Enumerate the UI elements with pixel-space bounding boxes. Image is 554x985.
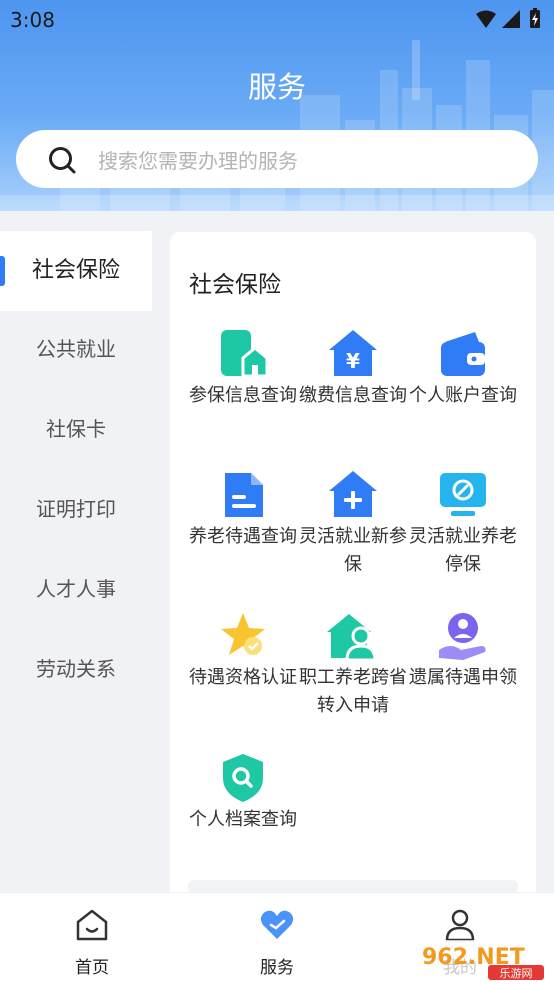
service-heart-icon bbox=[260, 910, 294, 939]
service-item-survivor-benefit-claim[interactable]: 遗属待遇申领 bbox=[408, 610, 518, 735]
sidebar-item-social-security-card[interactable]: 社保卡 bbox=[0, 389, 152, 469]
service-label: 灵活就业新参保 bbox=[299, 526, 407, 575]
service-item-pension-benefit-query[interactable]: 养老待遇查询 bbox=[188, 469, 298, 594]
service-item-insured-info-query[interactable]: 参保信息查询 bbox=[188, 328, 298, 453]
house-person-icon bbox=[327, 614, 377, 662]
status-icons bbox=[476, 8, 540, 28]
sidebar-item-label: 劳动关系 bbox=[36, 657, 116, 681]
service-label: 个人账户查询 bbox=[409, 385, 517, 406]
service-item-flexible-employment-enroll[interactable]: 灵活就业新参保 bbox=[298, 469, 408, 594]
service-label: 参保信息查询 bbox=[189, 385, 297, 406]
home-icon bbox=[76, 909, 108, 941]
category-sidebar: 社会保险 公共就业 社保卡 证明打印 人才人事 劳动关系 bbox=[0, 211, 152, 891]
phone-house-icon bbox=[221, 330, 269, 378]
tab-label: 首页 bbox=[75, 958, 109, 978]
wallet-icon bbox=[441, 332, 485, 376]
header: 3:08 服务 搜索您需要办理的服务 bbox=[0, 0, 554, 211]
service-label: 职工养老跨省转入申请 bbox=[299, 667, 407, 716]
search-icon bbox=[49, 147, 76, 174]
hand-person-icon bbox=[439, 613, 486, 660]
sidebar-item-talent-personnel[interactable]: 人才人事 bbox=[0, 549, 152, 629]
plus-house-icon bbox=[329, 471, 377, 517]
service-label: 缴费信息查询 bbox=[299, 385, 407, 406]
sidebar-item-label: 社会保险 bbox=[31, 258, 120, 283]
sidebar-item-label: 公共就业 bbox=[36, 337, 116, 361]
search-bar[interactable]: 搜索您需要办理的服务 bbox=[16, 130, 538, 188]
sidebar-item-label: 人才人事 bbox=[36, 577, 116, 601]
monitor-stop-icon bbox=[440, 473, 486, 516]
sidebar-item-social-insurance[interactable]: 社会保险 bbox=[0, 231, 152, 311]
site-watermark-logo: 962.NET 乐游网 bbox=[414, 940, 548, 980]
service-label: 遗属待遇申领 bbox=[409, 667, 517, 688]
service-item-flexible-employment-suspend[interactable]: 灵活就业养老停保 bbox=[408, 469, 518, 594]
star-badge-icon bbox=[221, 613, 265, 655]
yen-house-icon: ¥ bbox=[329, 330, 377, 376]
service-item-cross-province-transfer[interactable]: 职工养老跨省转入申请 bbox=[298, 610, 408, 735]
active-indicator bbox=[0, 256, 5, 286]
page-title: 服务 bbox=[247, 70, 306, 104]
document-icon bbox=[225, 473, 263, 517]
service-label: 待遇资格认证 bbox=[189, 667, 297, 688]
wifi-icon bbox=[476, 10, 496, 28]
service-label: 养老待遇查询 bbox=[189, 526, 297, 547]
service-item-payment-info-query[interactable]: ¥ 缴费信息查询 bbox=[298, 328, 408, 453]
status-bar: 3:08 bbox=[0, 0, 554, 38]
sidebar-item-public-employment[interactable]: 公共就业 bbox=[0, 309, 152, 389]
service-item-benefit-eligibility-cert[interactable]: 待遇资格认证 bbox=[188, 610, 298, 735]
shield-search-icon bbox=[223, 754, 263, 802]
tab-label: 服务 bbox=[260, 958, 294, 978]
service-item-personal-file-query[interactable]: 个人档案查询 bbox=[188, 752, 298, 877]
battery-icon bbox=[530, 8, 540, 28]
sidebar-item-label: 社保卡 bbox=[46, 417, 106, 441]
section-title: 社会保险 bbox=[189, 272, 281, 298]
sidebar-item-certificate-print[interactable]: 证明打印 bbox=[0, 469, 152, 549]
service-item-personal-account-query[interactable]: 个人账户查询 bbox=[408, 328, 518, 453]
search-placeholder[interactable]: 搜索您需要办理的服务 bbox=[98, 145, 298, 174]
status-time: 3:08 bbox=[10, 8, 55, 32]
signal-icon bbox=[502, 10, 520, 28]
watermark-sub: 乐游网 bbox=[500, 967, 533, 980]
service-label: 个人档案查询 bbox=[189, 809, 297, 830]
sidebar-item-labor-relations[interactable]: 劳动关系 bbox=[0, 629, 152, 709]
sidebar-item-label: 证明打印 bbox=[36, 497, 116, 521]
tab-service[interactable]: 服务 bbox=[217, 893, 337, 985]
service-label: 灵活就业养老停保 bbox=[409, 526, 517, 575]
svg-text:¥: ¥ bbox=[346, 349, 360, 373]
tab-home[interactable]: 首页 bbox=[32, 893, 152, 985]
service-panel: 社会保险 参保信息查询 ¥ 缴费信息查询 个人账户查询 养老待遇查询 灵活就业新… bbox=[170, 232, 536, 912]
